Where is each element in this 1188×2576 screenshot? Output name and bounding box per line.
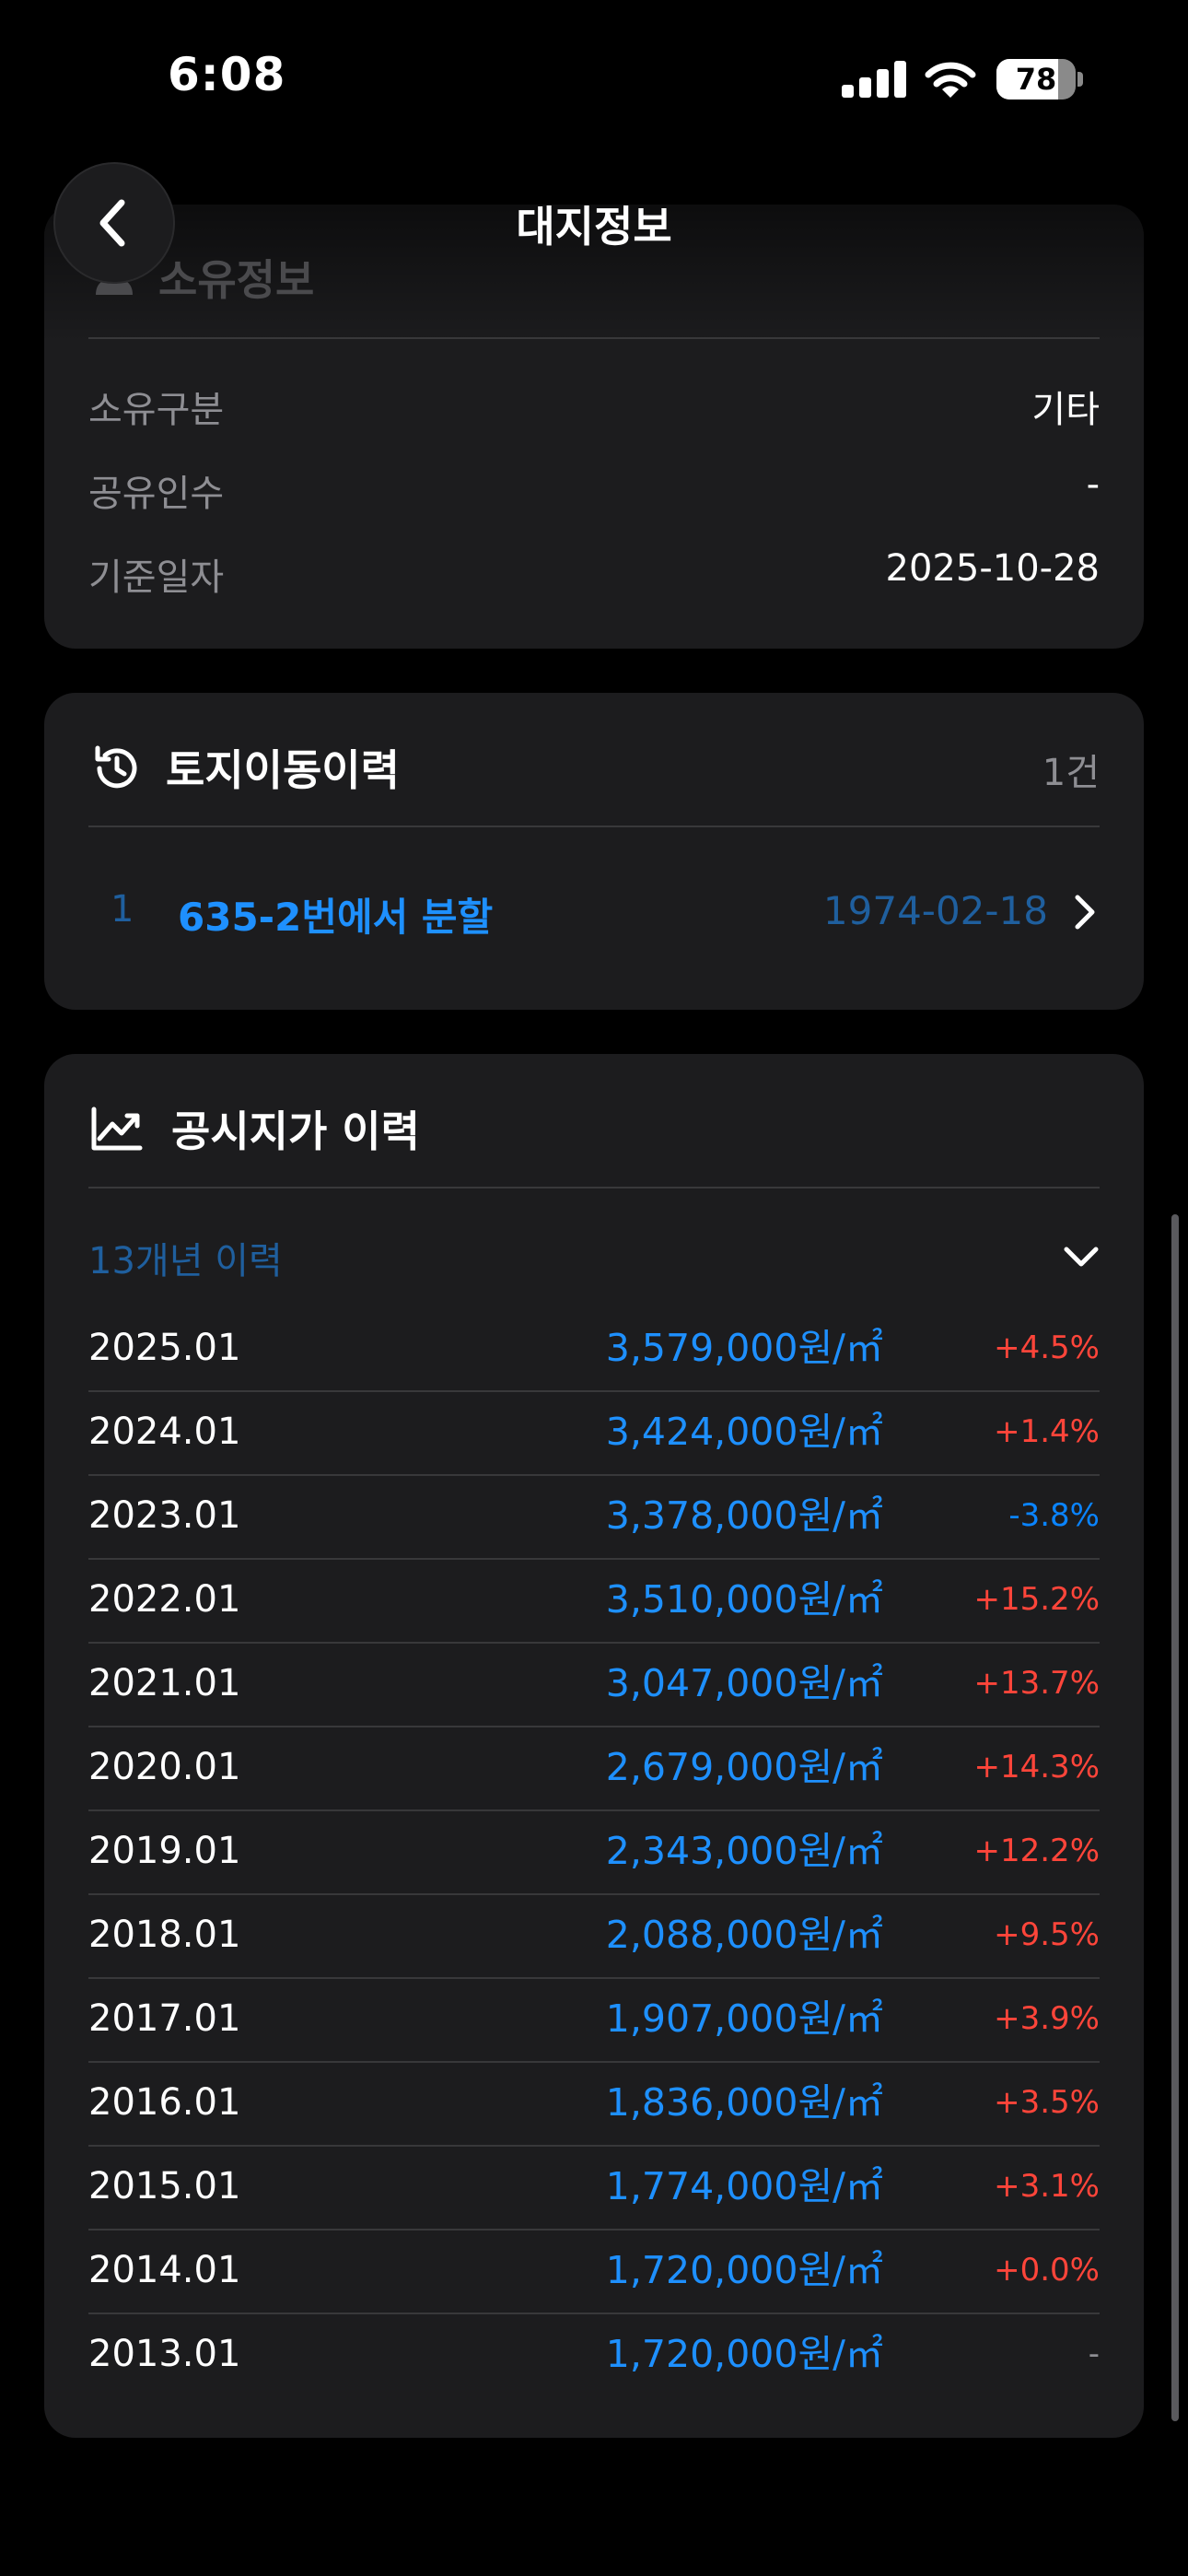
divider bbox=[88, 337, 1100, 339]
price-history-row: 2014.01 1,720,000원/㎡ +0.0% bbox=[88, 2229, 1100, 2314]
divider bbox=[88, 825, 1100, 827]
price-history-row: 2013.01 1,720,000원/㎡ - bbox=[88, 2313, 1100, 2396]
price-value: 3,424,000원/㎡ bbox=[605, 1410, 883, 1454]
price-value: 2,343,000원/㎡ bbox=[605, 1829, 883, 1873]
history-toggle-label: 13개년 이력 bbox=[88, 1240, 283, 1282]
price-year: 2016.01 bbox=[88, 2081, 241, 2124]
price-history-row: 2019.01 2,343,000원/㎡ +12.2% bbox=[88, 1809, 1100, 1895]
price-year: 2017.01 bbox=[88, 1997, 241, 2040]
battery-percentage: 78 bbox=[1015, 62, 1057, 97]
status-time: 6:08 bbox=[168, 48, 286, 101]
land-movement-label: 635-2번에서 분할 bbox=[178, 895, 494, 940]
price-year: 2018.01 bbox=[88, 1914, 241, 1956]
ownership-type-value: 기타 bbox=[1031, 389, 1100, 431]
price-change: +12.2% bbox=[973, 1832, 1101, 1869]
cellular-signal-icon bbox=[842, 61, 906, 98]
price-change: +9.5% bbox=[994, 1916, 1100, 1953]
co-owner-count-value: - bbox=[1086, 463, 1100, 506]
co-owner-count-label: 공유인수 bbox=[88, 473, 225, 515]
ownership-card: 소유정보 소유구분 기타 공유인수 - 기준일자 2025-10-28 bbox=[44, 205, 1144, 649]
price-value: 3,047,000원/㎡ bbox=[605, 1661, 883, 1705]
price-value: 3,579,000원/㎡ bbox=[605, 1326, 883, 1370]
chevron-right-icon bbox=[1075, 895, 1095, 930]
price-year: 2022.01 bbox=[88, 1578, 241, 1621]
land-movement-index: 1 bbox=[111, 888, 134, 931]
price-change: - bbox=[1088, 2336, 1100, 2372]
reference-date-label: 기준일자 bbox=[88, 556, 225, 599]
price-value: 3,510,000원/㎡ bbox=[605, 1577, 883, 1622]
price-change: +0.0% bbox=[994, 2252, 1100, 2289]
price-history-row: 2015.01 1,774,000원/㎡ +3.1% bbox=[88, 2145, 1100, 2231]
price-change: +1.4% bbox=[994, 1413, 1100, 1450]
ownership-header: 소유정보 bbox=[158, 255, 315, 305]
price-history-row: 2018.01 2,088,000원/㎡ +9.5% bbox=[88, 1893, 1100, 1979]
price-year: 2015.01 bbox=[88, 2165, 241, 2207]
price-value: 2,679,000원/㎡ bbox=[605, 1745, 883, 1789]
price-history-row: 2023.01 3,378,000원/㎡ -3.8% bbox=[88, 1474, 1100, 1560]
price-history-row: 2020.01 2,679,000원/㎡ +14.3% bbox=[88, 1726, 1100, 1811]
reference-date-value: 2025-10-28 bbox=[885, 547, 1100, 590]
price-history-row: 2021.01 3,047,000원/㎡ +13.7% bbox=[88, 1642, 1100, 1727]
price-value: 1,720,000원/㎡ bbox=[605, 2248, 883, 2292]
price-history-row: 2016.01 1,836,000원/㎡ +3.5% bbox=[88, 2061, 1100, 2147]
price-change: -3.8% bbox=[1008, 1497, 1100, 1534]
price-value: 2,088,000원/㎡ bbox=[605, 1913, 883, 1957]
price-year: 2023.01 bbox=[88, 1494, 241, 1537]
history-icon bbox=[95, 745, 137, 789]
land-movement-title: 토지이동이력 bbox=[166, 745, 400, 795]
price-change: +4.5% bbox=[994, 1329, 1100, 1366]
price-value: 1,774,000원/㎡ bbox=[605, 2164, 883, 2208]
price-change: +3.1% bbox=[994, 2168, 1100, 2205]
price-year: 2024.01 bbox=[88, 1411, 241, 1453]
price-value: 1,836,000원/㎡ bbox=[605, 2080, 883, 2125]
price-year: 2020.01 bbox=[88, 1746, 241, 1788]
status-bar: 6:08 78 bbox=[0, 0, 1188, 157]
price-change: +3.5% bbox=[994, 2084, 1100, 2121]
price-year: 2025.01 bbox=[88, 1327, 241, 1369]
price-history-row: 2025.01 3,579,000원/㎡ +4.5% bbox=[88, 1306, 1100, 1392]
scrollbar[interactable] bbox=[1171, 1214, 1179, 2421]
price-value: 1,720,000원/㎡ bbox=[605, 2332, 883, 2376]
land-price-card: 공시지가 이력 13개년 이력 2025.01 3,579,000원/㎡ +4.5%… bbox=[44, 1054, 1144, 2438]
price-change: +3.9% bbox=[994, 2000, 1100, 2037]
land-movement-date: 1974-02-18 bbox=[822, 888, 1048, 933]
price-value: 1,907,000원/㎡ bbox=[605, 1996, 883, 2041]
chevron-down-icon bbox=[1064, 1247, 1099, 1267]
price-history-row: 2022.01 3,510,000원/㎡ +15.2% bbox=[88, 1558, 1100, 1644]
wifi-icon bbox=[925, 62, 976, 98]
price-change: +14.3% bbox=[973, 1749, 1101, 1786]
price-year: 2014.01 bbox=[88, 2249, 241, 2291]
price-history-row: 2017.01 1,907,000원/㎡ +3.9% bbox=[88, 1977, 1100, 2063]
divider bbox=[88, 1187, 1100, 1188]
price-year: 2021.01 bbox=[88, 1662, 241, 1704]
price-history-row: 2024.01 3,424,000원/㎡ +1.4% bbox=[88, 1390, 1100, 1476]
ownership-type-label: 소유구분 bbox=[88, 389, 225, 431]
price-year: 2019.01 bbox=[88, 1830, 241, 1872]
price-value: 3,378,000원/㎡ bbox=[605, 1493, 883, 1538]
land-movement-count: 1건 bbox=[1042, 752, 1100, 794]
land-price-title: 공시지가 이력 bbox=[171, 1107, 420, 1156]
page-title: 대지정보 bbox=[516, 202, 672, 252]
price-year: 2013.01 bbox=[88, 2333, 241, 2375]
battery-icon: 78 bbox=[996, 59, 1083, 100]
price-change: +15.2% bbox=[973, 1581, 1101, 1618]
land-movement-card: 토지이동이력 1건 1 635-2번에서 분할 1974-02-18 bbox=[44, 693, 1144, 1010]
price-change: +13.7% bbox=[973, 1665, 1101, 1702]
trending-up-icon bbox=[91, 1107, 143, 1151]
